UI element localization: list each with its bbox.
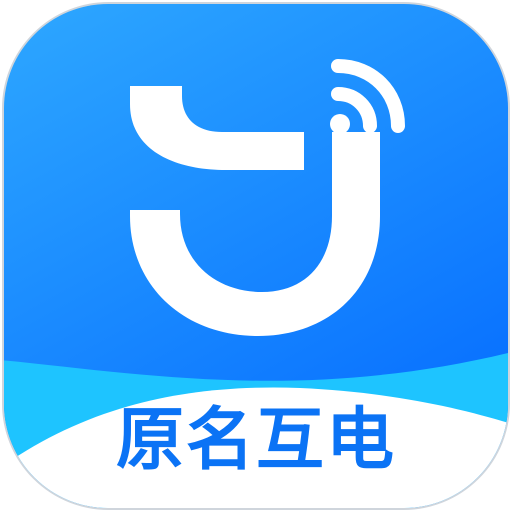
- app-caption: 原名互电: [115, 401, 396, 480]
